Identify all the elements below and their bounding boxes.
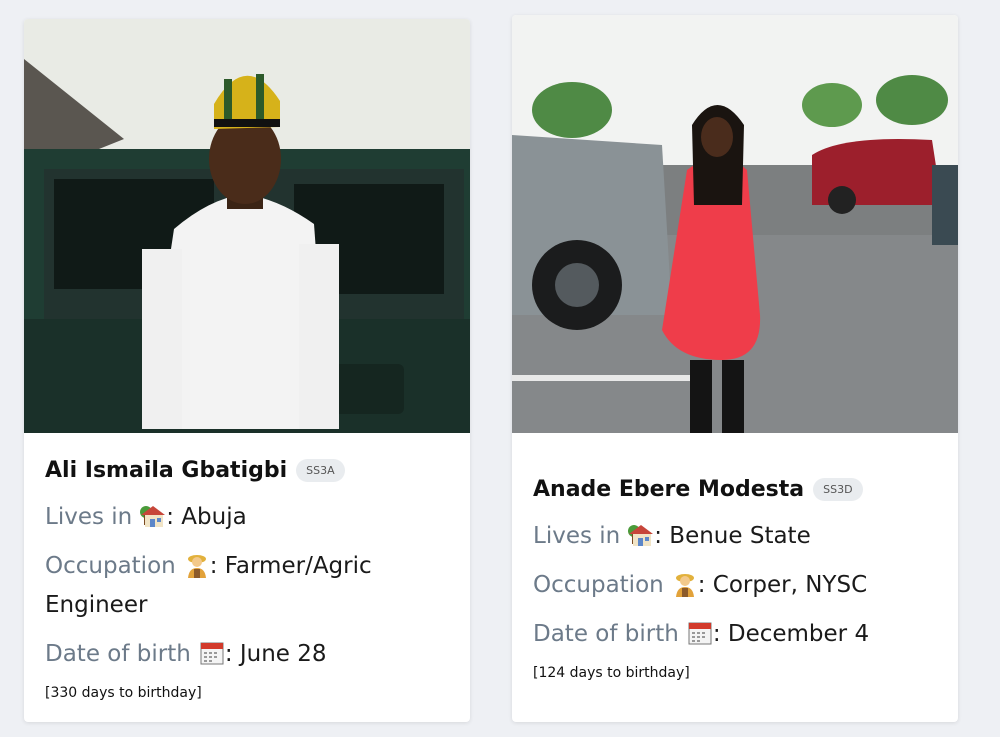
profile-photo: [24, 19, 470, 433]
days-to-birthday: [124 days to birthday]: [533, 665, 690, 681]
occupation-label: Occupation: [45, 553, 176, 579]
calendar-icon: [199, 640, 225, 666]
dob-row: Date of birth : December 4: [533, 615, 942, 654]
lives-in-value: : Abuja: [166, 504, 247, 530]
days-to-birthday: [330 days to birthday]: [45, 685, 202, 701]
person-name: Anade Ebere Modesta: [533, 476, 805, 502]
farmer-person-icon: [184, 552, 210, 578]
calendar-icon: [687, 620, 713, 646]
house-with-garden-icon: [140, 503, 166, 529]
dob-label: Date of birth: [45, 641, 191, 667]
class-badge: SS3D: [813, 477, 863, 501]
occupation-value: : Corper, NYSC: [697, 572, 868, 598]
farmer-person-icon: [672, 571, 698, 597]
dob-row: Date of birth : June 28: [45, 635, 454, 674]
lives-in-value: : Benue State: [654, 523, 811, 549]
dob-value: : December 4: [712, 621, 870, 647]
occupation-row: Occupation : Corper, NYSC: [533, 566, 942, 605]
occupation-label: Occupation: [533, 572, 664, 598]
class-badge: SS3A: [296, 458, 345, 482]
profile-card: Ali Ismaila Gbatigbi SS3A Lives in : Abuj…: [24, 19, 470, 722]
person-name: Ali Ismaila Gbatigbi: [45, 457, 288, 483]
lives-in-row: Lives in : Benue State: [533, 517, 942, 556]
lives-in-row: Lives in : Abuja: [45, 498, 454, 537]
occupation-row: Occupation: Farmer/Agric Engineer: [45, 547, 454, 625]
dob-label: Date of birth: [533, 621, 679, 647]
dob-value: : June 28: [224, 641, 327, 667]
lives-in-label: Lives in: [533, 523, 621, 549]
house-with-garden-icon: [628, 522, 654, 548]
profile-card: Anade Ebere Modesta SS3D Lives in : Benue…: [512, 15, 958, 722]
lives-in-label: Lives in: [45, 504, 133, 530]
profile-photo: [512, 15, 958, 433]
